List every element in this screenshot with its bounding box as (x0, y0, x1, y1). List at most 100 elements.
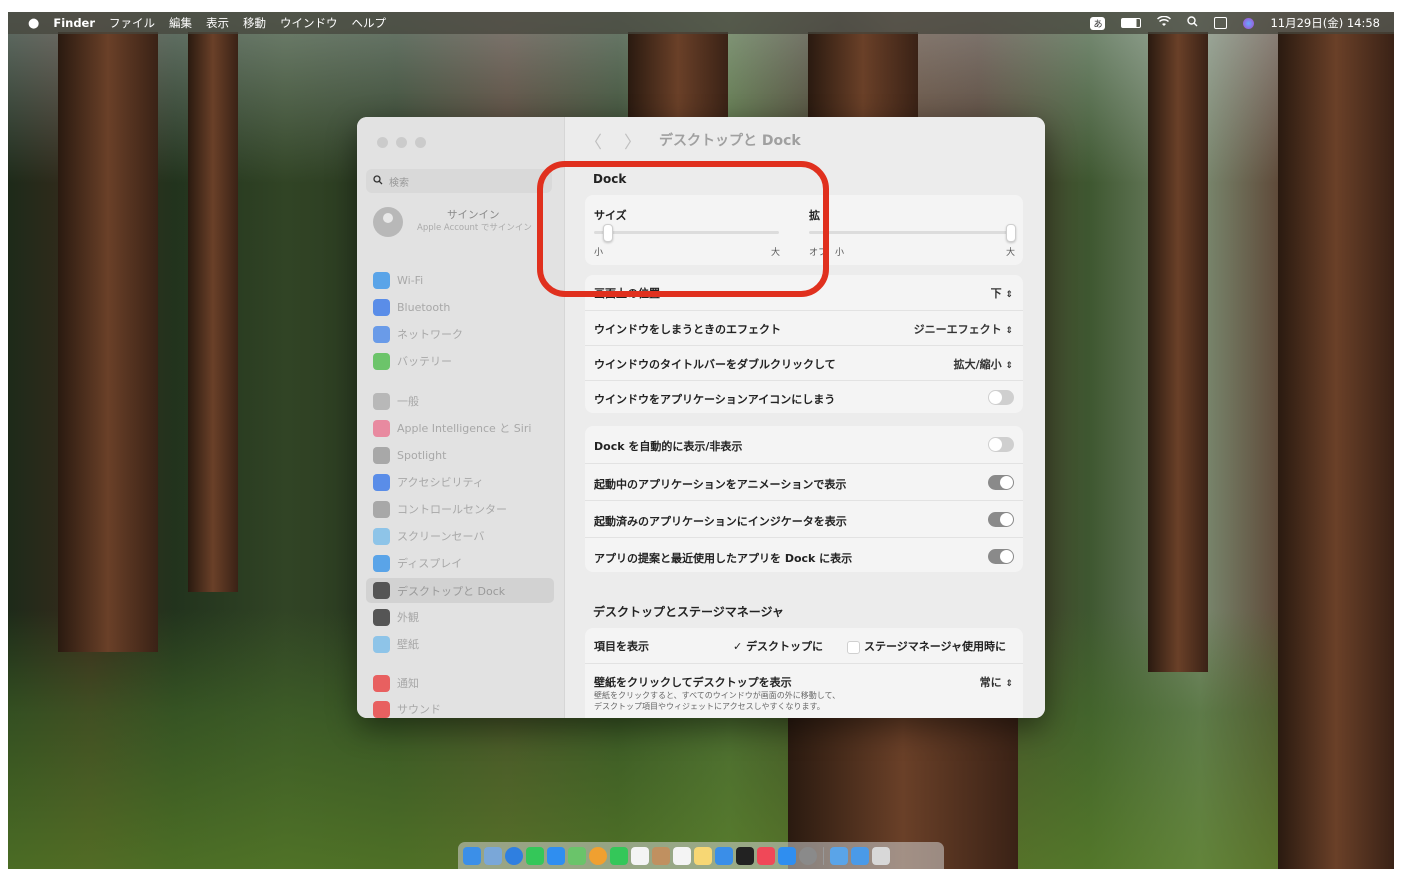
sidebar-item-wifi[interactable]: Wi-Fi (373, 269, 555, 291)
sidebar-item-wallpaper[interactable]: 壁紙 (373, 633, 555, 655)
minimize-into-app-label: ウインドウをアプリケーションアイコンにしまう (594, 393, 836, 406)
sidebar-item-battery[interactable]: バッテリー (373, 350, 555, 372)
highlight-annotation (537, 161, 829, 297)
autohide-toggle[interactable] (988, 437, 1014, 452)
double-click-row[interactable]: ウインドウのタイトルバーをダブルクリックして 拡大/縮小 ⇕ (585, 345, 1023, 380)
show-items-row: 項目を表示 ✓ デスクトップに ステージマネージャ使用時に (585, 628, 1023, 662)
sidebar-item-control-center[interactable]: コントロールセンター (373, 498, 555, 520)
sidebar-item-label: Wi-Fi (397, 273, 424, 287)
account-signin[interactable]: サインイン Apple Account でサインイン (373, 207, 537, 237)
appearance-icon (373, 608, 390, 626)
animate-toggle[interactable] (988, 475, 1014, 490)
settings-icon[interactable] (799, 846, 817, 865)
sidebar-search-field[interactable]: 検索 (366, 169, 552, 193)
sidebar-item-label: ディスプレイ (397, 557, 463, 570)
accessibility-icon (373, 473, 390, 491)
forward-button[interactable]: 〉 (624, 128, 641, 153)
tree-trunk (188, 32, 238, 592)
menu-view[interactable]: 表示 (206, 15, 229, 31)
sidebar-item-desktop-dock[interactable]: デスクトップと Dock (366, 578, 554, 603)
mail-icon[interactable] (547, 846, 565, 865)
magnification-slider-knob[interactable] (1006, 224, 1016, 242)
menu-edit[interactable]: 編集 (169, 15, 192, 31)
trash-icon[interactable] (872, 846, 890, 865)
launchpad-icon[interactable] (484, 846, 502, 865)
sidebar-item-spotlight[interactable]: Spotlight (373, 444, 555, 466)
photos-icon[interactable] (589, 846, 607, 865)
menu-file[interactable]: ファイル (109, 15, 155, 31)
screen-saver-icon (373, 527, 390, 545)
indicator-label: 起動済みのアプリケーションにインジケータを表示 (594, 515, 847, 528)
reminders-icon[interactable] (673, 846, 691, 865)
sidebar-item-appearance[interactable]: 外観 (373, 606, 555, 628)
menu-go[interactable]: 移動 (243, 15, 266, 31)
spotlight-icon (373, 446, 390, 464)
folder-icon[interactable] (851, 846, 869, 865)
click-wallpaper-label: 壁紙をクリックしてデスクトップを表示 (594, 676, 792, 689)
minimize-effect-select[interactable]: ジニーエフェクト ⇕ (914, 321, 1013, 337)
position-select[interactable]: 下 ⇕ (991, 285, 1013, 301)
sidebar-item-apple-intelligence[interactable]: Apple Intelligence と Siri (373, 417, 555, 439)
maps-icon[interactable] (568, 846, 586, 865)
siri-icon (373, 419, 390, 437)
menu-window[interactable]: ウインドウ (280, 15, 338, 31)
sidebar-item-label: スクリーンセーバ (397, 530, 485, 543)
close-button[interactable] (377, 137, 388, 148)
sidebar-item-bluetooth[interactable]: Bluetooth (373, 296, 555, 318)
show-on-desktop-checkbox[interactable]: ✓ デスクトップに (733, 638, 823, 654)
back-button[interactable]: 〈 (585, 128, 602, 153)
animate-label: 起動中のアプリケーションをアニメーションで表示 (594, 478, 847, 491)
sidebar-item-label: Bluetooth (397, 300, 451, 314)
minimize-button[interactable] (396, 137, 407, 148)
desktop-options-group: 項目を表示 ✓ デスクトップに ステージマネージャ使用時に 壁紙をクリックしてデ… (585, 628, 1023, 718)
settings-sidebar: 検索 サインイン Apple Account でサインイン Wi-Fi Blue… (357, 117, 565, 718)
sidebar-item-label: 通知 (397, 677, 419, 690)
wifi-icon[interactable] (1157, 15, 1172, 30)
account-title: サインイン (447, 209, 500, 221)
indicator-toggle[interactable] (988, 512, 1014, 527)
control-center-icon[interactable] (1214, 17, 1228, 29)
minimize-effect-row[interactable]: ウインドウをしまうときのエフェクト ジニーエフェクト ⇕ (585, 310, 1023, 345)
music-icon[interactable] (757, 846, 775, 865)
animate-row: 起動中のアプリケーションをアニメーションで表示 (585, 463, 1023, 500)
sidebar-item-notifications[interactable]: 通知 (373, 672, 555, 694)
suggested-apps-toggle[interactable] (988, 549, 1014, 564)
freeform-icon[interactable] (715, 846, 733, 865)
magnification-slider[interactable] (809, 231, 1014, 234)
messages-icon[interactable] (526, 846, 544, 865)
click-wallpaper-row: 壁紙をクリックしてデスクトップを表示 常に ⇕ 壁紙をクリックすると、すべてのウ… (585, 663, 1023, 718)
finder-icon[interactable] (463, 846, 481, 865)
window-controls (377, 137, 426, 148)
sidebar-item-label: コントロールセンター (397, 503, 507, 516)
menu-app-name[interactable]: Finder (53, 16, 95, 30)
show-in-stage-manager-checkbox[interactable]: ステージマネージャ使用時に (847, 638, 1006, 654)
siri-icon[interactable] (1243, 17, 1255, 29)
app-store-icon[interactable] (778, 846, 796, 865)
menu-help[interactable]: ヘルプ (352, 15, 387, 31)
notifications-icon (373, 674, 390, 692)
sidebar-item-label: Spotlight (397, 448, 447, 462)
zoom-button[interactable] (415, 137, 426, 148)
menu-clock[interactable]: 11月29日(金) 14:58 (1270, 15, 1380, 31)
input-method-icon[interactable]: あ (1090, 16, 1106, 30)
sidebar-item-general[interactable]: 一般 (373, 390, 555, 412)
minimize-into-app-toggle[interactable] (988, 390, 1014, 405)
spotlight-search-icon[interactable] (1187, 16, 1198, 30)
click-wallpaper-select[interactable]: 常に ⇕ (980, 674, 1013, 690)
search-icon (373, 174, 383, 188)
sidebar-item-displays[interactable]: ディスプレイ (373, 552, 555, 574)
sidebar-item-accessibility[interactable]: アクセシビリティ (373, 471, 555, 493)
sidebar-item-network[interactable]: ネットワーク (373, 323, 555, 345)
safari-icon[interactable] (505, 846, 523, 865)
tv-icon[interactable] (736, 846, 754, 865)
preview-icon[interactable] (830, 846, 848, 865)
calendar-icon[interactable] (631, 846, 649, 865)
facetime-icon[interactable] (610, 846, 628, 865)
apple-menu-icon[interactable]: ● (28, 16, 39, 31)
double-click-select[interactable]: 拡大/縮小 ⇕ (954, 356, 1013, 372)
sidebar-item-screen-saver[interactable]: スクリーンセーバ (373, 525, 555, 547)
contacts-icon[interactable] (652, 846, 670, 865)
battery-icon[interactable] (1121, 18, 1142, 28)
sidebar-item-sound[interactable]: サウンド (373, 698, 555, 718)
notes-icon[interactable] (694, 846, 712, 865)
